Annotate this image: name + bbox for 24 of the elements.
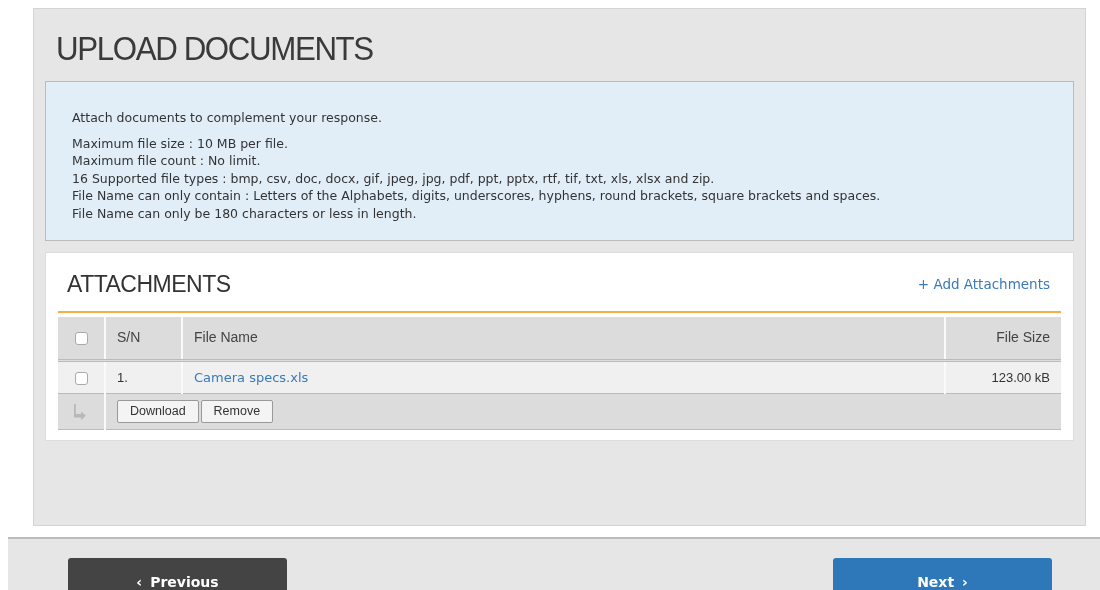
section-title: ATTACHMENTS — [67, 270, 231, 299]
page-title: UPLOAD DOCUMENTS — [56, 29, 374, 67]
checkbox[interactable] — [74, 332, 88, 346]
table-cell: 1. — [117, 369, 128, 385]
table-cell: 123.00 kB — [991, 369, 1050, 385]
info-text: 16 Supported file types : bmp, csv, doc, docx, gif, jpeg, jpg, pdf, ppt, pptx, rtf, tif, txt, xls, xlsx and zip. — [72, 169, 716, 187]
next-button[interactable]: Next › — [833, 558, 1052, 590]
column-header: File Name — [194, 329, 258, 346]
chevron-left-icon: ‹ — [136, 574, 143, 590]
action-button[interactable]: Download — [117, 400, 199, 423]
file-link[interactable]: Camera specs.xls — [194, 369, 309, 385]
info-text: File Name can only be 180 characters or less in length. — [72, 204, 418, 222]
previous-button[interactable]: ‹ Previous — [68, 558, 287, 590]
add-attachments-link[interactable]: + Add Attachments — [917, 274, 1050, 295]
chevron-right-icon: › — [962, 574, 968, 590]
info-text: Maximum file count : No limit. — [72, 152, 262, 170]
info-text: Attach documents to complement your response. — [72, 109, 383, 127]
action-button[interactable]: Remove — [200, 400, 274, 423]
info-text: File Name can only contain : Letters of the Alphabets, digits, underscores, hyphens, round brackets, square brackets and spaces. — [72, 187, 882, 205]
corner-arrow-icon — [74, 404, 88, 421]
column-header: File Size — [996, 329, 1050, 346]
checkbox[interactable] — [74, 371, 88, 385]
column-header: S/N — [117, 329, 141, 346]
info-text: Maximum file size : 10 MB per file. — [72, 134, 289, 152]
